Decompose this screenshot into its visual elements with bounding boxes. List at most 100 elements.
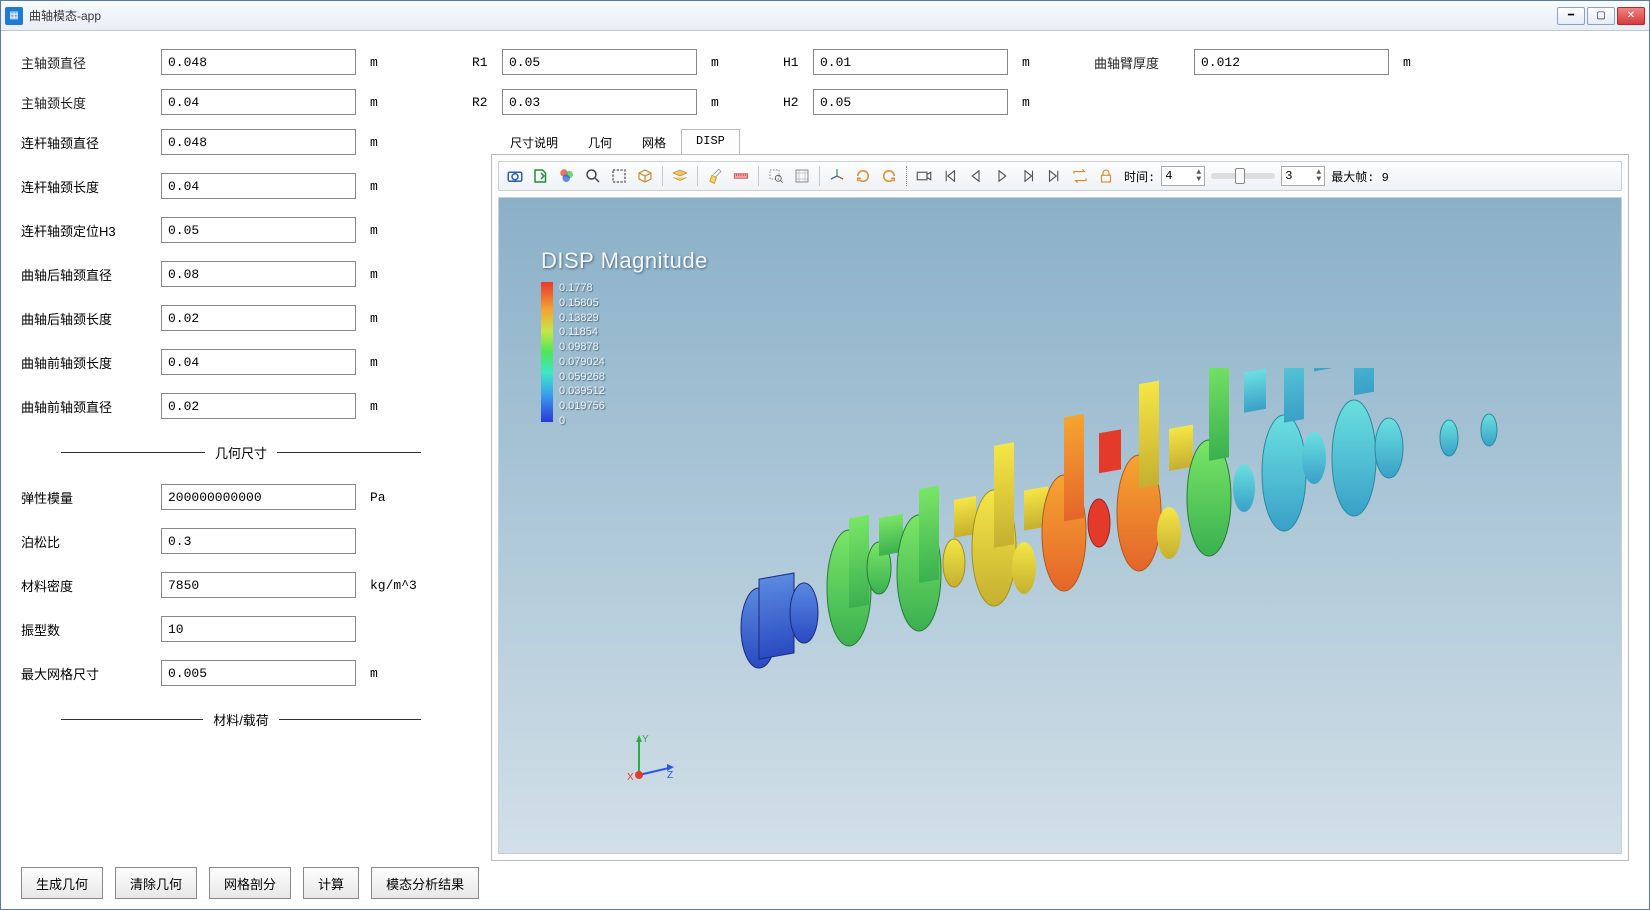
axis-triad-icon: Y Z X (619, 730, 679, 793)
content-area: 主轴颈直径m R1m H1m 曲轴臂厚度m 主轴颈长度m R2m H2m 连杆轴… (1, 31, 1649, 909)
unit-label: m (356, 311, 378, 326)
param-label: R2 (472, 95, 502, 110)
time-slider[interactable] (1211, 173, 1275, 179)
geom-input-1[interactable] (161, 173, 356, 199)
field-label: 连杆轴颈直径 (21, 133, 161, 152)
loop-icon[interactable] (1068, 164, 1092, 188)
mat-input-4[interactable] (161, 660, 356, 686)
action-button-2[interactable]: 网格剖分 (209, 867, 291, 899)
palette-icon[interactable] (555, 164, 579, 188)
main-journal-diameter-input[interactable] (161, 49, 356, 75)
export-icon[interactable] (529, 164, 553, 188)
svg-text:Z: Z (667, 770, 673, 781)
unit-label: m (356, 55, 402, 70)
tab-3[interactable]: DISP (681, 129, 740, 155)
zoom-icon[interactable] (581, 164, 605, 188)
action-button-0[interactable]: 生成几何 (21, 867, 103, 899)
legend-value: 0 (559, 415, 605, 427)
action-button-1[interactable]: 清除几何 (115, 867, 197, 899)
step-forward-icon[interactable] (1016, 164, 1040, 188)
cube-icon[interactable] (633, 164, 657, 188)
brush-icon[interactable] (703, 164, 727, 188)
time-spinner[interactable]: 4▲▼ (1161, 166, 1205, 186)
h1-input[interactable] (813, 49, 1008, 75)
step-back-icon[interactable] (964, 164, 988, 188)
layers-icon[interactable] (668, 164, 692, 188)
rotate-ccw-icon[interactable] (851, 164, 875, 188)
play-icon[interactable] (990, 164, 1014, 188)
select-rect-icon[interactable] (607, 164, 631, 188)
close-button[interactable]: ✕ (1617, 7, 1645, 25)
mat-input-2[interactable] (161, 572, 356, 598)
viewer-panel: 时间: 4▲▼ 3▲▼ 最大帧: 9 DISP Magnitude 0.1778… (491, 154, 1629, 861)
app-icon: ▦ (5, 7, 23, 25)
geom-input-5[interactable] (161, 349, 356, 375)
minimize-button[interactable]: ━ (1557, 7, 1585, 25)
tab-2[interactable]: 网格 (627, 129, 681, 155)
mat-input-3[interactable] (161, 616, 356, 642)
field-label: 连杆轴颈长度 (21, 177, 161, 196)
geom-input-3[interactable] (161, 261, 356, 287)
action-button-3[interactable]: 计算 (303, 867, 359, 899)
lock-icon[interactable] (1094, 164, 1118, 188)
r1-input[interactable] (502, 49, 697, 75)
geom-input-6[interactable] (161, 393, 356, 419)
field-label: 最大网格尺寸 (21, 664, 161, 683)
unit-label: m (1008, 95, 1054, 110)
tab-1[interactable]: 几何 (573, 129, 627, 155)
param-label: 主轴颈直径 (21, 53, 161, 72)
app-window: ▦ 曲轴模态-app ━ ▢ ✕ 主轴颈直径 m R1 m H1 m 曲轴臂厚度 m 主… (0, 0, 1650, 910)
axes-icon[interactable] (825, 164, 849, 188)
camera-icon[interactable] (503, 164, 527, 188)
color-legend: DISP Magnitude 0.17780.158050.138290.118… (541, 248, 708, 427)
param-label: 主轴颈长度 (21, 93, 161, 112)
r2-input[interactable] (502, 89, 697, 115)
rotate-cw-icon[interactable] (877, 164, 901, 188)
time-label: 时间: (1120, 168, 1159, 185)
field-label: 曲轴后轴颈长度 (21, 309, 161, 328)
legend-value: 0.059268 (559, 371, 605, 383)
frame-spinner[interactable]: 3▲▼ (1281, 166, 1325, 186)
param-label: R1 (472, 55, 502, 70)
right-panel: 尺寸说明几何网格DISP (491, 129, 1629, 861)
param-label: H1 (783, 55, 813, 70)
unit-label: m (356, 267, 378, 282)
unit-label: m (356, 223, 378, 238)
arm-thickness-input[interactable] (1194, 49, 1389, 75)
maxframe-label: 最大帧: 9 (1327, 168, 1393, 185)
unit-label: Pa (356, 490, 386, 505)
mat-input-1[interactable] (161, 528, 356, 554)
param-label: 曲轴臂厚度 (1094, 53, 1194, 72)
maximize-button[interactable]: ▢ (1587, 7, 1615, 25)
geom-input-0[interactable] (161, 129, 356, 155)
unit-label: m (356, 666, 378, 681)
skip-last-icon[interactable] (1042, 164, 1066, 188)
left-panel: 连杆轴颈直径m连杆轴颈长度m连杆轴颈定位H3m曲轴后轴颈直径m曲轴后轴颈长度m曲… (21, 129, 461, 861)
legend-value: 0.079024 (559, 356, 605, 368)
body-area: 连杆轴颈直径m连杆轴颈长度m连杆轴颈定位H3m曲轴后轴颈直径m曲轴后轴颈长度m曲… (21, 129, 1629, 861)
fit-all-icon[interactable] (790, 164, 814, 188)
action-button-bar: 生成几何清除几何网格剖分计算模态分析结果 (21, 861, 1629, 899)
viewer-toolbar: 时间: 4▲▼ 3▲▼ 最大帧: 9 (498, 161, 1622, 191)
main-journal-length-input[interactable] (161, 89, 356, 115)
h2-input[interactable] (813, 89, 1008, 115)
titlebar: ▦ 曲轴模态-app ━ ▢ ✕ (1, 1, 1649, 31)
unit-label: m (697, 95, 743, 110)
record-icon[interactable] (912, 164, 936, 188)
legend-value: 0.1778 (559, 282, 605, 294)
action-button-4[interactable]: 模态分析结果 (371, 867, 479, 899)
skip-first-icon[interactable] (938, 164, 962, 188)
svg-text:Y: Y (642, 734, 649, 745)
unit-label: m (356, 135, 378, 150)
mat-input-0[interactable] (161, 484, 356, 510)
unit-label: m (1008, 55, 1054, 70)
viewport-3d[interactable]: DISP Magnitude 0.17780.158050.138290.118… (498, 197, 1622, 854)
field-label: 泊松比 (21, 532, 161, 551)
legend-value: 0.09878 (559, 341, 605, 353)
geom-input-2[interactable] (161, 217, 356, 243)
ruler-icon[interactable] (729, 164, 753, 188)
unit-label: m (356, 179, 378, 194)
tab-0[interactable]: 尺寸说明 (495, 129, 573, 155)
zoom-region-icon[interactable] (764, 164, 788, 188)
geom-input-4[interactable] (161, 305, 356, 331)
